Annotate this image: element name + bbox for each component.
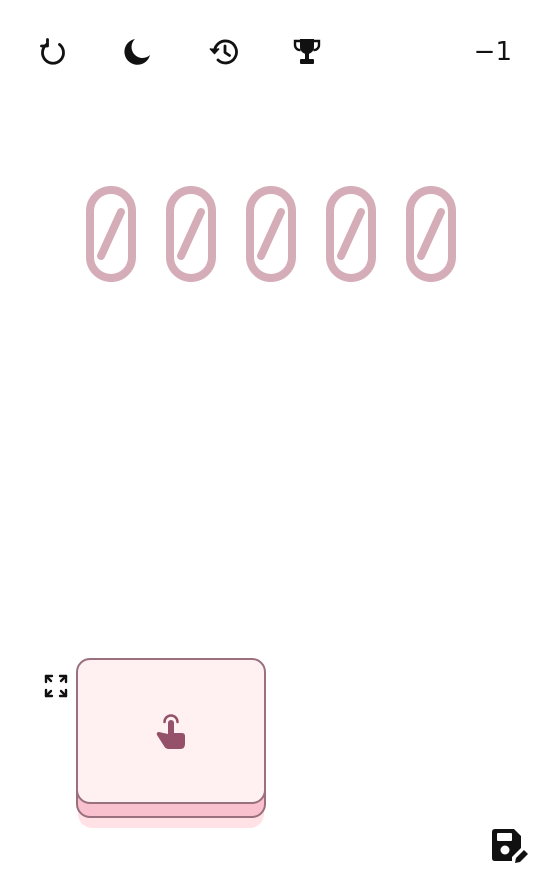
save-edit-icon [492, 829, 528, 863]
counter-digit: 0 [246, 186, 296, 282]
digit-zero-glyph [326, 186, 376, 282]
save-button[interactable] [488, 826, 528, 866]
tap-finger-icon [156, 714, 185, 749]
counter-digit-value: 0 [456, 186, 457, 187]
step-value[interactable]: −1 [474, 34, 512, 70]
digit-zero-glyph [86, 186, 136, 282]
trophy-icon [293, 39, 321, 64]
fullscreen-icon [44, 674, 68, 698]
counter-digit-value: 0 [216, 186, 217, 187]
counter-digit: 0 [326, 186, 376, 282]
counter-display: 0 0 0 0 0 [86, 186, 456, 282]
fullscreen-button[interactable] [42, 672, 70, 700]
leaderboard-button[interactable] [289, 34, 325, 70]
counter-digit: 0 [166, 186, 216, 282]
reset-icon [40, 38, 65, 65]
digit-zero-glyph [246, 186, 296, 282]
reset-button[interactable] [35, 34, 71, 70]
digit-zero-glyph [406, 186, 456, 282]
tap-key-button[interactable] [76, 658, 266, 804]
counter-digit: 0 [86, 186, 136, 282]
counter-digit: 0 [406, 186, 456, 282]
history-button[interactable] [205, 34, 241, 70]
counter-digit-value: 0 [376, 186, 377, 187]
moon-icon [124, 39, 150, 65]
history-icon [209, 39, 238, 65]
dark-mode-button[interactable] [119, 34, 155, 70]
digit-zero-glyph [166, 186, 216, 282]
counter-digit-value: 0 [136, 186, 137, 187]
counter-digit-value: 0 [296, 186, 297, 187]
